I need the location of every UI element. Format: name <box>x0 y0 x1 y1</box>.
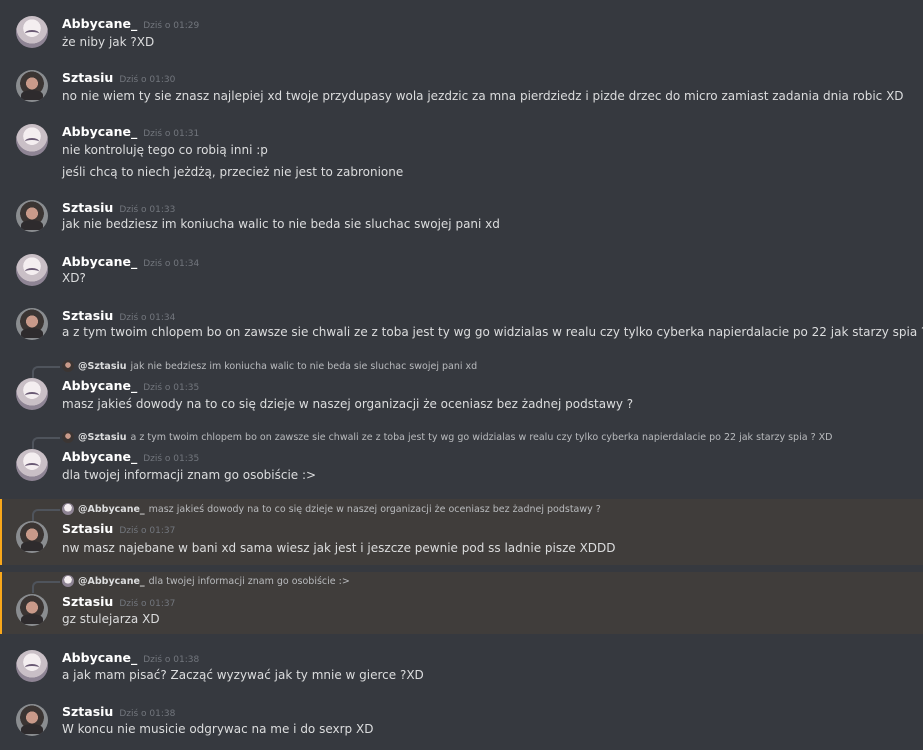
reply-avatar <box>62 575 74 587</box>
reply-avatar <box>62 360 74 372</box>
author-name[interactable]: Abbycane_ <box>62 449 137 464</box>
message-text: W koncu nie musicie odgrywac na me i do … <box>62 722 374 736</box>
author-name[interactable]: Sztasiu <box>62 521 113 536</box>
timestamp: Dziś o 01:37 <box>119 526 176 536</box>
avatar[interactable] <box>16 308 48 340</box>
avatar[interactable] <box>16 200 48 232</box>
message-text: nw masz najebane w bani xd sama wiesz ja… <box>62 541 616 555</box>
message-text: gz stulejarza XD <box>62 612 160 626</box>
reply-avatar <box>62 503 74 515</box>
reply-spine <box>32 437 60 449</box>
timestamp: Dziś o 01:35 <box>143 454 200 464</box>
reply-text: jak nie bedziesz im koniucha walic to ni… <box>130 360 478 372</box>
author-name[interactable]: Sztasiu <box>62 70 113 85</box>
message-text: no nie wiem ty sie znasz najlepiej xd tw… <box>62 89 904 103</box>
avatar[interactable] <box>16 16 48 48</box>
author-name[interactable]: Abbycane_ <box>62 378 137 393</box>
reply-preview[interactable]: @Sztasiu jak nie bedziesz im koniucha wa… <box>32 360 478 378</box>
message-text: dla twojej informacji znam go osobiście … <box>62 468 317 482</box>
message: Sztasiu Dziś o 01:38 W koncu nie musicie … <box>0 696 923 746</box>
reply-text: dla twojej informacji znam go osobiście … <box>148 575 350 587</box>
message-text: a z tym twoim chlopem bo on zawsze sie c… <box>62 325 923 339</box>
reply-text: a z tym twoim chlopem bo on zawsze sie c… <box>130 431 833 443</box>
reply-spine <box>32 581 60 593</box>
message-text: że niby jak ?XD <box>62 35 155 49</box>
message-text: nie kontroluję tego co robią inni :p <box>62 143 268 157</box>
message-mention-highlight: @Abbycane_ masz jakieś dowody na to co s… <box>0 499 923 565</box>
avatar[interactable] <box>16 254 48 286</box>
timestamp: Dziś o 01:33 <box>119 205 176 215</box>
avatar[interactable] <box>16 124 48 156</box>
message: Sztasiu Dziś o 01:30 no nie wiem ty sie z… <box>0 62 923 106</box>
message: Abbycane_ Dziś o 01:29 że niby jak ?XD <box>0 8 923 52</box>
author-name[interactable]: Sztasiu <box>62 594 113 609</box>
reply-author[interactable]: @Abbycane_ <box>78 576 145 587</box>
avatar[interactable] <box>16 70 48 102</box>
message: Abbycane_ Dziś o 01:34 XD? <box>0 246 923 290</box>
message: Abbycane_ Dziś o 01:38 a jak mam pisać? Z… <box>0 642 923 686</box>
avatar[interactable] <box>16 650 48 682</box>
timestamp: Dziś o 01:35 <box>143 383 200 393</box>
timestamp: Dziś o 01:38 <box>143 655 200 665</box>
message-text: jak nie bedziesz im koniucha walic to ni… <box>62 217 500 231</box>
timestamp: Dziś o 01:38 <box>119 709 176 719</box>
author-name[interactable]: Sztasiu <box>62 200 113 215</box>
message-text: a jak mam pisać? Zacząć wyzywać jak ty m… <box>62 668 424 682</box>
reply-preview[interactable]: @Sztasiu a z tym twoim chlopem bo on zaw… <box>32 431 833 449</box>
message: Abbycane_ Dziś o 01:31 nie kontroluję teg… <box>0 116 923 182</box>
timestamp: Dziś o 01:34 <box>119 313 176 323</box>
reply-spine <box>32 366 60 378</box>
author-name[interactable]: Sztasiu <box>62 308 113 323</box>
avatar[interactable] <box>16 449 48 481</box>
reply-preview[interactable]: @Abbycane_ dla twojej informacji znam go… <box>32 575 350 593</box>
reply-spine <box>32 509 60 521</box>
timestamp: Dziś o 01:37 <box>119 599 176 609</box>
timestamp: Dziś o 01:30 <box>119 75 176 85</box>
reply-preview[interactable]: @Abbycane_ masz jakieś dowody na to co s… <box>32 503 601 521</box>
author-name[interactable]: Sztasiu <box>62 704 113 719</box>
author-name[interactable]: Abbycane_ <box>62 650 137 665</box>
avatar[interactable] <box>16 594 48 626</box>
message-text: masz jakieś dowody na to co się dzieje w… <box>62 397 634 411</box>
message: Sztasiu Dziś o 01:34 a z tym twoim chlope… <box>0 300 923 344</box>
timestamp: Dziś o 01:29 <box>143 21 200 31</box>
author-name[interactable]: Abbycane_ <box>62 16 137 31</box>
reply-avatar <box>62 431 74 443</box>
timestamp: Dziś o 01:31 <box>143 129 200 139</box>
message-mention-highlight: @Abbycane_ dla twojej informacji znam go… <box>0 572 923 634</box>
reply-author[interactable]: @Sztasiu <box>78 432 127 443</box>
avatar[interactable] <box>16 378 48 410</box>
message-text: jeśli chcą to niech jeżdżą, przecież nie… <box>62 165 404 179</box>
author-name[interactable]: Abbycane_ <box>62 254 137 269</box>
message: @Sztasiu jak nie bedziesz im koniucha wa… <box>0 356 923 418</box>
reply-author[interactable]: @Sztasiu <box>78 361 127 372</box>
message: Sztasiu Dziś o 01:33 jak nie bedziesz im … <box>0 192 923 236</box>
reply-text: masz jakieś dowody na to co się dzieje w… <box>148 503 601 515</box>
author-name[interactable]: Abbycane_ <box>62 124 137 139</box>
message-text: XD? <box>62 271 86 285</box>
avatar[interactable] <box>16 704 48 736</box>
timestamp: Dziś o 01:34 <box>143 259 200 269</box>
message: @Sztasiu a z tym twoim chlopem bo on zaw… <box>0 427 923 489</box>
avatar[interactable] <box>16 521 48 553</box>
reply-author[interactable]: @Abbycane_ <box>78 504 145 515</box>
